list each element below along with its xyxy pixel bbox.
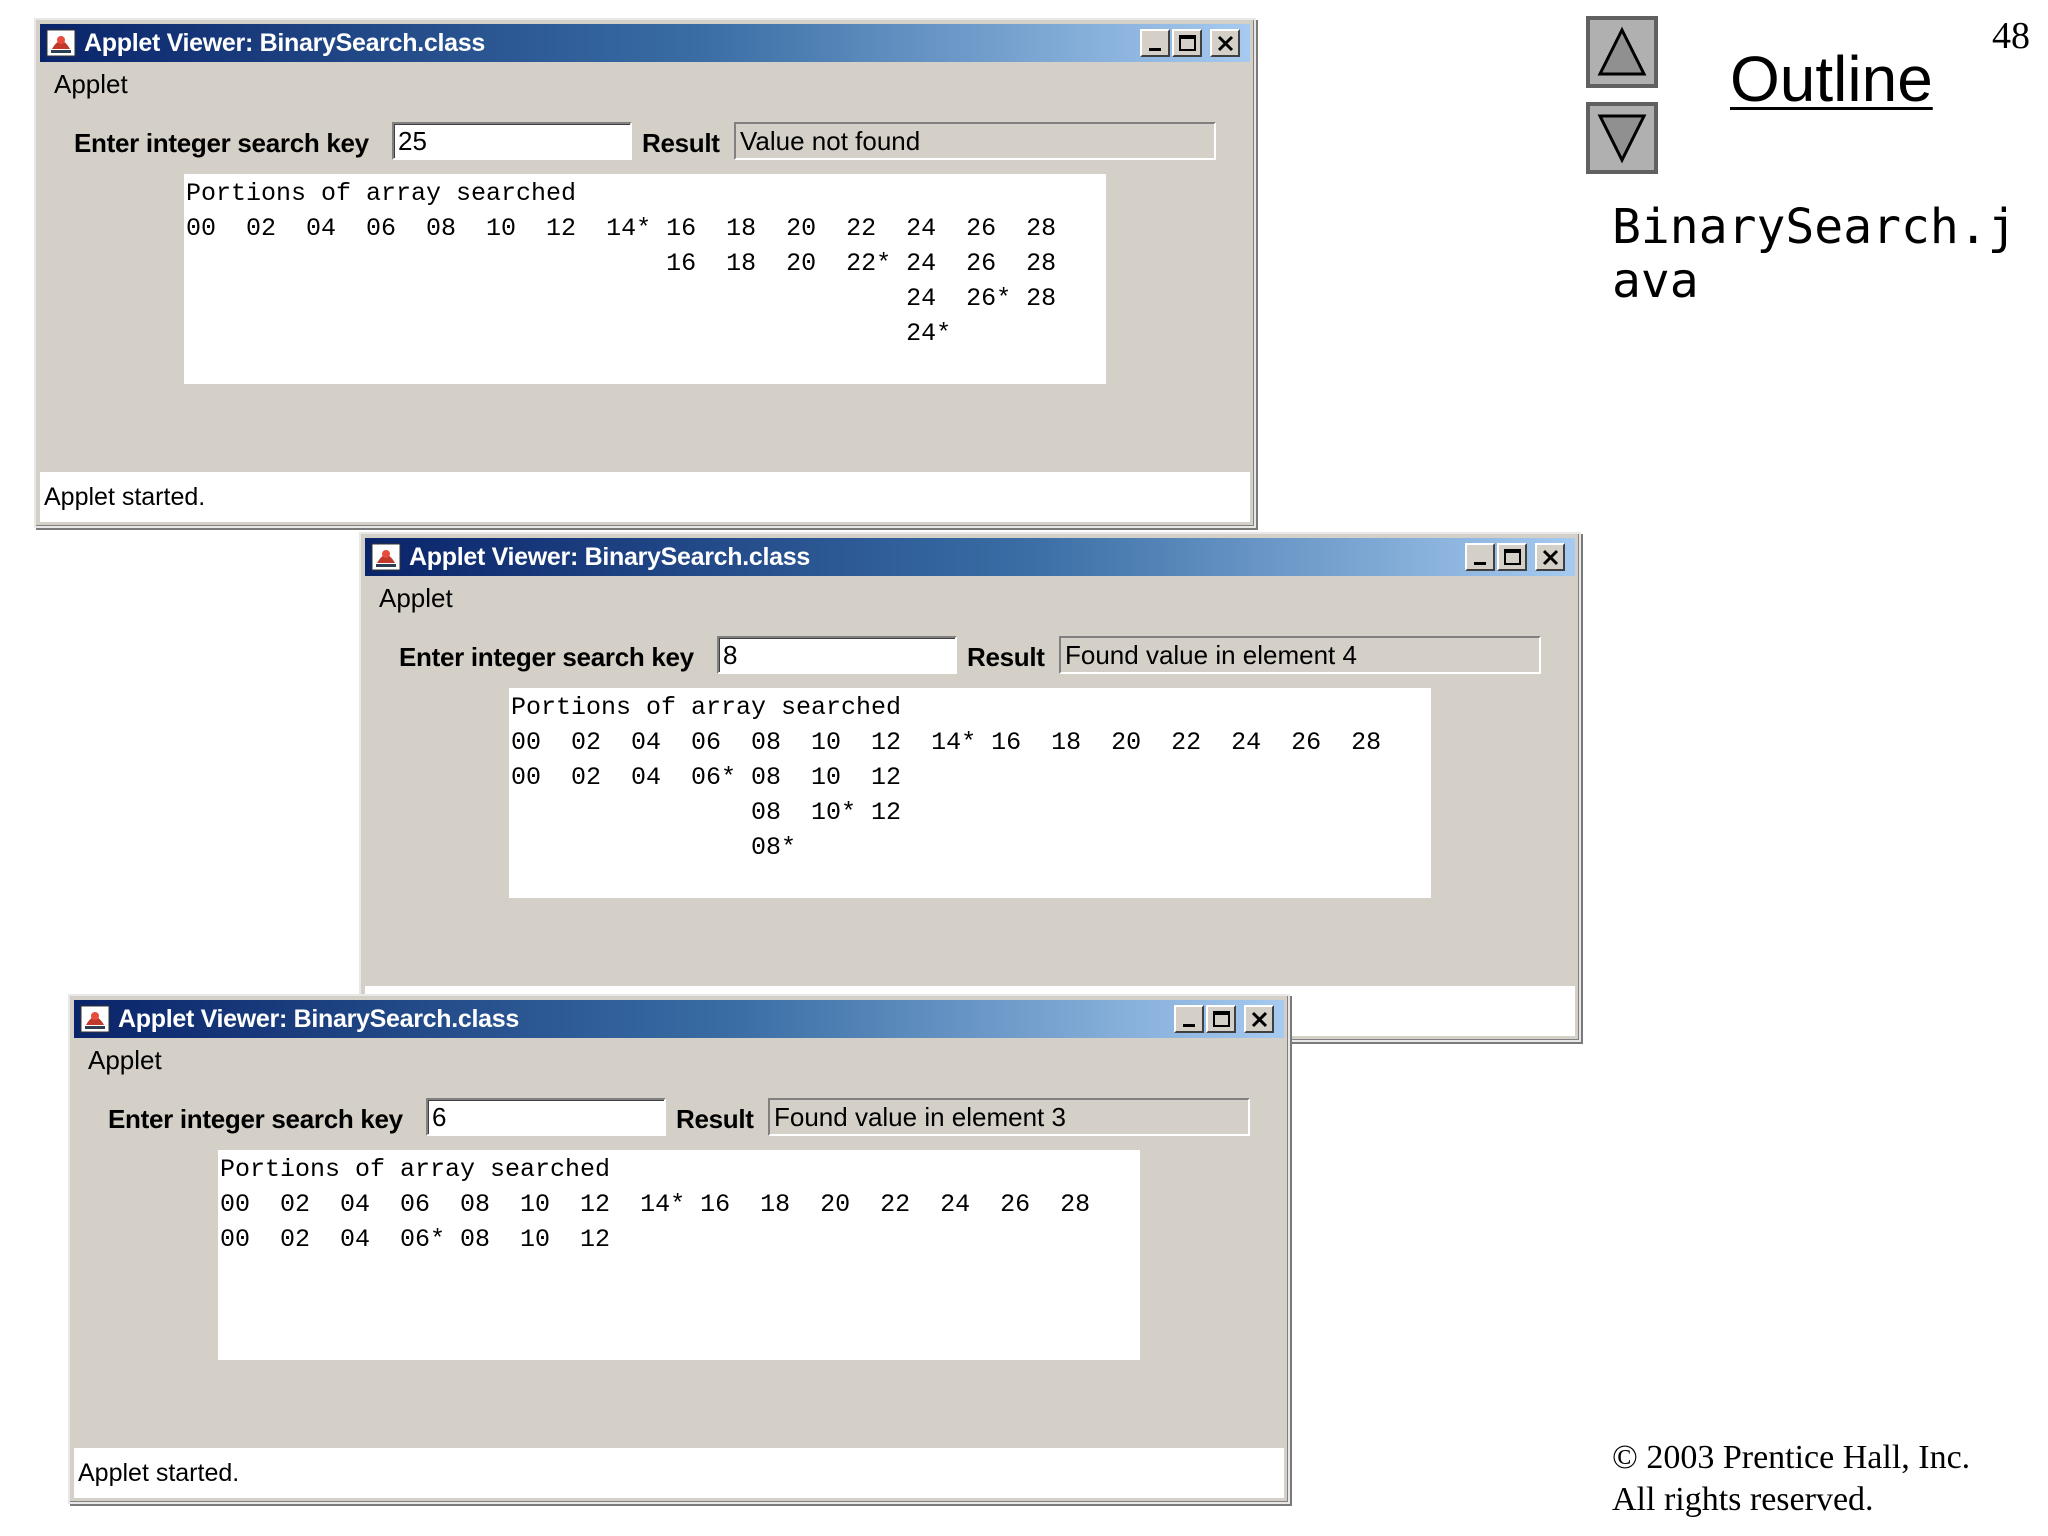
- title-bar[interactable]: Applet Viewer: BinarySearch.class: [365, 538, 1575, 576]
- copyright-line: All rights reserved.: [1612, 1481, 1874, 1518]
- triangle-down-icon: [1597, 114, 1647, 164]
- maximize-button[interactable]: [1172, 29, 1202, 57]
- close-button[interactable]: [1244, 1005, 1274, 1033]
- search-key-input[interactable]: 6: [426, 1098, 666, 1136]
- menu-applet[interactable]: Applet: [40, 64, 1250, 104]
- result-field: Found value in element 3: [768, 1098, 1250, 1136]
- output-line: 24*: [186, 319, 952, 348]
- maximize-button[interactable]: [1206, 1005, 1236, 1033]
- search-key-label: Enter integer search key: [399, 642, 694, 672]
- result-label: Result: [676, 1104, 754, 1134]
- search-output-area: Portions of array searched 00 02 04 06 0…: [509, 688, 1431, 898]
- result-label: Result: [967, 642, 1045, 672]
- title-bar[interactable]: Applet Viewer: BinarySearch.class: [74, 1000, 1284, 1038]
- java-applet-icon: [80, 1005, 110, 1033]
- search-key-label: Enter integer search key: [74, 128, 369, 158]
- output-line: 00 02 04 06 08 10 12 14* 16 18 20 22 24 …: [511, 728, 1382, 757]
- menu-applet[interactable]: Applet: [74, 1040, 1284, 1080]
- output-line: Portions of array searched: [186, 179, 577, 208]
- search-key-label: Enter integer search key: [108, 1104, 403, 1134]
- menu-applet[interactable]: Applet: [365, 578, 1575, 618]
- status-bar: Applet started.: [74, 1448, 1284, 1498]
- output-line: 00 02 04 06 08 10 12 14* 16 18 20 22 24 …: [186, 214, 1057, 243]
- title-bar[interactable]: Applet Viewer: BinarySearch.class: [40, 24, 1250, 62]
- outline-link[interactable]: Outline: [1730, 42, 1933, 116]
- close-button[interactable]: [1210, 29, 1240, 57]
- output-line: 08*: [511, 833, 797, 862]
- output-line: 16 18 20 22* 24 26 28: [186, 249, 1057, 278]
- search-key-input[interactable]: 8: [717, 636, 957, 674]
- copyright-line: © 2003 Prentice Hall, Inc.: [1612, 1439, 1971, 1476]
- triangle-up-icon: [1597, 26, 1647, 76]
- minimize-button[interactable]: [1140, 29, 1170, 57]
- output-line: 08 10* 12: [511, 798, 902, 827]
- maximize-button[interactable]: [1497, 543, 1527, 571]
- output-line: Portions of array searched: [220, 1155, 611, 1184]
- result-label: Result: [642, 128, 720, 158]
- window-title: Applet Viewer: BinarySearch.class: [84, 29, 485, 57]
- output-line: Portions of array searched: [511, 693, 902, 722]
- source-filename: BinarySearch.java: [1612, 199, 2017, 309]
- java-applet-icon: [371, 543, 401, 571]
- applet-window-3: Applet Viewer: BinarySearch.class Applet…: [68, 994, 1290, 1504]
- result-field: Value not found: [734, 122, 1216, 160]
- nav-down-button[interactable]: [1586, 102, 1658, 174]
- minimize-button[interactable]: [1174, 1005, 1204, 1033]
- java-applet-icon: [46, 29, 76, 57]
- search-output-area: Portions of array searched 00 02 04 06 0…: [218, 1150, 1140, 1360]
- copyright-notice: © 2003 Prentice Hall, Inc. All rights re…: [1612, 1437, 1970, 1521]
- window-title: Applet Viewer: BinarySearch.class: [409, 543, 810, 571]
- page-number: 48: [1992, 15, 2030, 57]
- close-button[interactable]: [1535, 543, 1565, 571]
- window-title: Applet Viewer: BinarySearch.class: [118, 1005, 519, 1033]
- applet-window-1: Applet Viewer: BinarySearch.class Applet…: [34, 18, 1256, 528]
- search-key-input[interactable]: 25: [392, 122, 632, 160]
- result-field: Found value in element 4: [1059, 636, 1541, 674]
- output-line: 00 02 04 06* 08 10 12: [511, 763, 902, 792]
- applet-window-2: Applet Viewer: BinarySearch.class Applet…: [359, 532, 1581, 1042]
- status-bar: Applet started.: [40, 472, 1250, 522]
- search-output-area: Portions of array searched 00 02 04 06 0…: [184, 174, 1106, 384]
- output-line: 00 02 04 06 08 10 12 14* 16 18 20 22 24 …: [220, 1190, 1091, 1219]
- nav-up-button[interactable]: [1586, 16, 1658, 88]
- output-line: 00 02 04 06* 08 10 12: [220, 1225, 611, 1254]
- output-line: 24 26* 28: [186, 284, 1057, 313]
- minimize-button[interactable]: [1465, 543, 1495, 571]
